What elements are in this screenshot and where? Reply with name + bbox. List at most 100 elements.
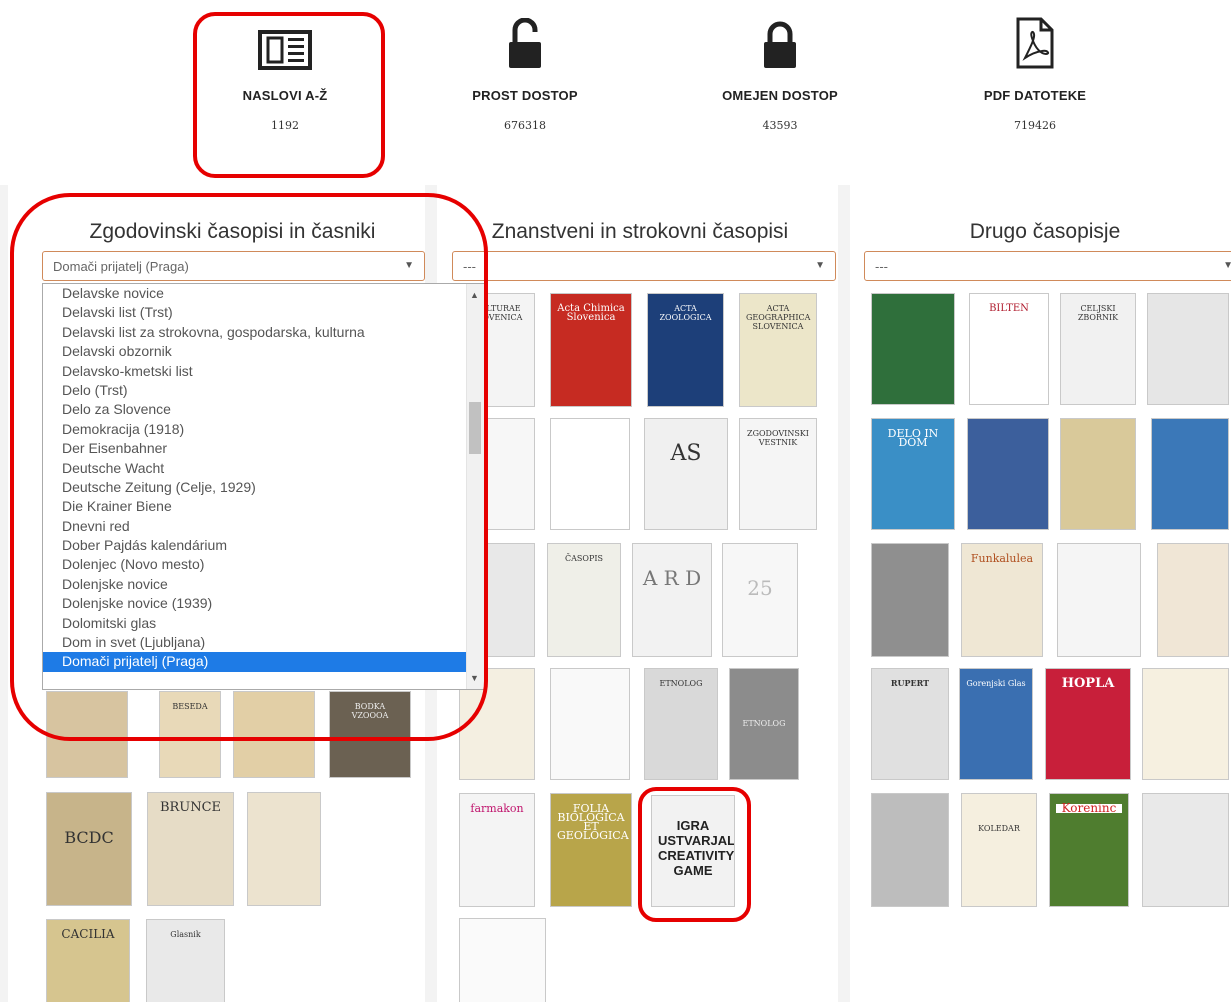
column-title-other: Drugo časopisje: [969, 220, 1121, 243]
select-value: Domači prijatelj (Praga): [53, 259, 189, 274]
cover-thumbnail[interactable]: ZGODOVINSKI VESTNIK: [740, 419, 816, 529]
scroll-up-icon[interactable]: ▲: [470, 290, 479, 300]
stat-label: PROST DOSTOP: [472, 88, 578, 103]
cover-thumbnail[interactable]: [460, 919, 545, 1002]
dropdown-option[interactable]: Delavske novice: [43, 284, 484, 303]
cover-thumbnail[interactable]: BESEDA: [160, 692, 220, 777]
cover-thumbnail[interactable]: [1061, 419, 1135, 529]
historical-dropdown-list[interactable]: Delavske novice Delavski list (Trst) Del…: [42, 283, 485, 690]
stat-count: 719426: [1014, 119, 1056, 132]
cover-thumbnail[interactable]: [1152, 419, 1228, 529]
cover-thumbnail[interactable]: FOLIA BIOLOGICA ET GEOLOGICA: [551, 794, 631, 906]
cover-thumbnail[interactable]: AS: [645, 419, 727, 529]
scroll-down-icon[interactable]: ▼: [470, 673, 479, 683]
cover-thumbnail[interactable]: ČASOPIS: [548, 544, 620, 656]
stat-open-access[interactable]: PROST DOSTOP 676318: [425, 0, 625, 132]
stat-label: OMEJEN DOSTOP: [722, 88, 838, 103]
column-separator: [838, 185, 850, 1002]
cover-thumbnail[interactable]: RUPERT: [872, 669, 948, 779]
cover-thumbnail[interactable]: Glasnik: [147, 920, 224, 1002]
dropdown-arrow-icon: ▼: [815, 260, 825, 271]
column-separator: [0, 185, 8, 1002]
stat-count: 1192: [271, 119, 299, 132]
dropdown-option[interactable]: Deutsche Wacht: [43, 459, 484, 478]
stat-titles[interactable]: NASLOVI A-Ž 1192: [185, 0, 385, 132]
cover-thumbnail[interactable]: [872, 544, 948, 656]
cover-thumbnail[interactable]: Acta Chimica Slovenica: [551, 294, 631, 406]
cover-thumbnail[interactable]: BODKA VZOOOA: [330, 692, 410, 777]
stat-label: NASLOVI A-Ž: [242, 88, 328, 103]
cover-thumbnail[interactable]: [1143, 794, 1228, 906]
select-value: ---: [875, 259, 888, 274]
cover-thumbnail[interactable]: BILTEN: [970, 294, 1048, 404]
cover-thumbnail[interactable]: BRUNCE: [148, 793, 233, 905]
dropdown-scrollbar[interactable]: ▲ ▼: [466, 284, 484, 689]
cover-thumbnail[interactable]: [1148, 294, 1228, 404]
dropdown-option[interactable]: Dolenjec (Novo mesto): [43, 555, 484, 574]
scientific-select[interactable]: --- ▼: [452, 251, 836, 281]
cover-thumbnail[interactable]: ACTA GEOGRAPHICA SLOVENICA: [740, 294, 816, 406]
dropdown-option[interactable]: Dolomitski glas: [43, 614, 484, 633]
cover-thumbnail[interactable]: BCDC: [47, 793, 131, 905]
dropdown-option[interactable]: Dolenjske novice (1939): [43, 594, 484, 613]
stat-pdf-files[interactable]: PDF DATOTEKE 719426: [935, 0, 1135, 132]
dropdown-option[interactable]: Dober Pajdás kalendárium: [43, 536, 484, 555]
cover-thumbnail[interactable]: A R D: [633, 544, 711, 656]
cover-thumbnail[interactable]: Funkalulea: [962, 544, 1042, 656]
lock-icon: [680, 0, 880, 70]
scrollbar-thumb[interactable]: [469, 402, 481, 454]
dropdown-option[interactable]: Delavski list za strokovna, gospodarska,…: [43, 323, 484, 342]
cover-thumbnail[interactable]: ETNOLOG: [730, 669, 798, 779]
cover-thumbnail[interactable]: HOPLA: [1046, 669, 1130, 779]
dropdown-option[interactable]: Delo za Slovence: [43, 400, 484, 419]
stat-label: PDF DATOTEKE: [983, 88, 1087, 103]
select-value: ---: [463, 259, 476, 274]
historical-select[interactable]: Domači prijatelj (Praga) ▼: [42, 251, 425, 281]
dropdown-option[interactable]: Dnevni red: [43, 517, 484, 536]
cover-thumbnail[interactable]: [248, 793, 320, 905]
cover-thumbnail[interactable]: ETNOLOG: [645, 669, 717, 779]
cover-thumbnail[interactable]: IGRA USTVARJALNOSTI CREATIVITY GAME: [652, 796, 734, 906]
other-select[interactable]: --- ▼: [864, 251, 1231, 281]
cover-thumbnail[interactable]: [968, 419, 1048, 529]
dropdown-option-selected[interactable]: Domači prijatelj (Praga): [43, 652, 484, 672]
dropdown-options: Delavske novice Delavski list (Trst) Del…: [43, 284, 484, 672]
cover-thumbnail[interactable]: [1158, 544, 1228, 656]
cover-thumbnail[interactable]: Koreninc: [1050, 794, 1128, 906]
dropdown-option[interactable]: Delo (Trst): [43, 381, 484, 400]
newspaper-icon: [185, 0, 385, 70]
dropdown-option[interactable]: Delavski list (Trst): [43, 303, 484, 322]
stat-count: 676318: [504, 119, 546, 132]
stat-count: 43593: [762, 119, 798, 132]
cover-thumbnail[interactable]: [1143, 669, 1228, 779]
cover-thumbnail[interactable]: [551, 669, 629, 779]
cover-thumbnail[interactable]: [551, 419, 629, 529]
cover-thumbnail[interactable]: Gorenjski Glas: [960, 669, 1032, 779]
cover-thumbnail[interactable]: 25: [723, 544, 797, 656]
column-title-scientific: Znanstveni in strokovni časopisi: [491, 220, 789, 243]
cover-thumbnail[interactable]: DELO IN DOM: [872, 419, 954, 529]
cover-thumbnail[interactable]: [872, 294, 954, 404]
dropdown-option[interactable]: Die Krainer Biene: [43, 497, 484, 516]
cover-thumbnail[interactable]: KOLEDAR: [962, 794, 1036, 906]
cover-thumbnail[interactable]: [234, 692, 314, 777]
dropdown-option[interactable]: Der Eisenbahner: [43, 439, 484, 458]
cover-thumbnail[interactable]: ACTA ZOOLOGICA: [648, 294, 723, 406]
cover-thumbnail[interactable]: CACILIA: [47, 920, 129, 1002]
dropdown-arrow-icon: ▼: [1223, 260, 1231, 271]
dropdown-option[interactable]: Dom in svet (Ljubljana): [43, 633, 484, 652]
cover-thumbnail[interactable]: [47, 692, 127, 777]
dropdown-option[interactable]: Delavsko-kmetski list: [43, 362, 484, 381]
cover-thumbnail[interactable]: [1058, 544, 1140, 656]
cover-thumbnail[interactable]: farmakon: [460, 794, 534, 906]
cover-thumbnail[interactable]: CELJSKI ZBORNIK: [1061, 294, 1135, 404]
dropdown-option[interactable]: Demokracija (1918): [43, 420, 484, 439]
dropdown-option[interactable]: Dolenjske novice: [43, 575, 484, 594]
cover-thumbnail[interactable]: [872, 794, 948, 906]
dropdown-option[interactable]: Deutsche Zeitung (Celje, 1929): [43, 478, 484, 497]
dropdown-arrow-icon: ▼: [404, 260, 414, 271]
dropdown-option[interactable]: Delavski obzornik: [43, 342, 484, 361]
column-title-historical: Zgodovinski časopisi in časniki: [89, 220, 376, 243]
stat-restricted-access[interactable]: OMEJEN DOSTOP 43593: [680, 0, 880, 132]
pdf-file-icon: [935, 0, 1135, 70]
